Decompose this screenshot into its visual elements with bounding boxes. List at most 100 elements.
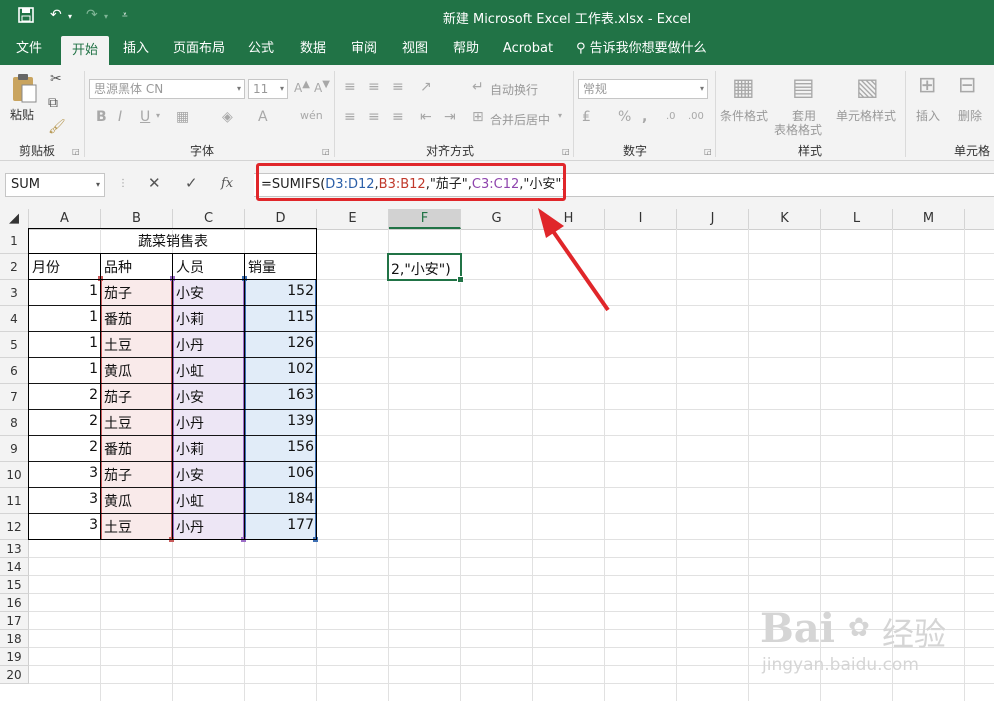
col-header-a[interactable]: A (29, 209, 101, 229)
cell-variety[interactable]: 黄瓜 (104, 361, 132, 381)
align-center-icon[interactable]: ≡ (368, 109, 380, 125)
align-bottom-icon[interactable]: ≡ (392, 79, 404, 95)
row-header-4[interactable]: 4 (0, 306, 29, 332)
font-launcher-icon[interactable]: ◲ (322, 147, 330, 156)
cell-person[interactable]: 小安 (176, 387, 204, 407)
cell-variety[interactable]: 土豆 (104, 413, 132, 433)
cell-month[interactable]: 2 (29, 387, 98, 403)
cell-person[interactable]: 小安 (176, 465, 204, 485)
cell-variety[interactable]: 茄子 (104, 283, 132, 303)
tab-insert[interactable]: 插入 (115, 33, 157, 65)
underline-dropdown-icon[interactable]: ▾ (156, 111, 160, 120)
insert-cells-button[interactable]: 插入 (916, 107, 940, 124)
row-header-9[interactable]: 9 (0, 436, 29, 462)
tab-file[interactable]: 文件 (8, 33, 50, 65)
number-launcher-icon[interactable]: ◲ (704, 147, 712, 156)
cell-sales[interactable]: 102 (245, 361, 314, 377)
fill-color-icon[interactable]: ◈ (222, 109, 233, 125)
cell-variety[interactable]: 土豆 (104, 517, 132, 537)
header-month[interactable]: 月份 (32, 257, 60, 277)
row-header-13[interactable]: 13 (0, 540, 29, 558)
cell-variety[interactable]: 土豆 (104, 335, 132, 355)
cell-person[interactable]: 小莉 (176, 439, 204, 459)
font-color-icon[interactable]: A (258, 109, 268, 125)
row-header-1[interactable]: 1 (0, 229, 29, 254)
cell-person[interactable]: 小虹 (176, 361, 204, 381)
enter-icon[interactable]: ✓ (185, 174, 198, 192)
col-header-f[interactable]: F (389, 209, 461, 229)
col-header-b[interactable]: B (101, 209, 173, 229)
row-header-12[interactable]: 12 (0, 514, 29, 540)
tell-me-search[interactable]: ⚲ 告诉我你想要做什么 (576, 33, 716, 65)
col-header-j[interactable]: J (677, 209, 749, 229)
align-right-icon[interactable]: ≡ (392, 109, 404, 125)
cell-person[interactable]: 小丹 (176, 517, 204, 537)
cancel-icon[interactable]: ✕ (148, 174, 161, 192)
align-left-icon[interactable]: ≡ (344, 109, 356, 125)
cell-sales[interactable]: 115 (245, 309, 314, 325)
row-header-5[interactable]: 5 (0, 332, 29, 358)
paste-button[interactable]: 粘贴 (10, 73, 38, 123)
tab-home[interactable]: 开始 (61, 36, 109, 65)
cell-month[interactable]: 3 (29, 491, 98, 507)
cell-person[interactable]: 小丹 (176, 413, 204, 433)
cell-person[interactable]: 小莉 (176, 309, 204, 329)
header-sales[interactable]: 销量 (248, 257, 276, 277)
row-header-17[interactable]: 17 (0, 612, 29, 630)
col-header-c[interactable]: C (173, 209, 245, 229)
cell-sales[interactable]: 184 (245, 491, 314, 507)
phonetic-icon[interactable]: wén (300, 109, 323, 122)
cell-month[interactable]: 1 (29, 335, 98, 351)
cell-sales[interactable]: 126 (245, 335, 314, 351)
cell-variety[interactable]: 番茄 (104, 309, 132, 329)
cell-sales[interactable]: 139 (245, 413, 314, 429)
align-top-icon[interactable]: ≡ (344, 79, 356, 95)
fill-handle[interactable] (457, 276, 464, 283)
comma-style-icon[interactable]: , (642, 109, 647, 125)
row-header-15[interactable]: 15 (0, 576, 29, 594)
wrap-text-icon[interactable]: ↵ (472, 79, 484, 95)
italic-icon[interactable]: I (118, 109, 122, 125)
cell-person[interactable]: 小丹 (176, 335, 204, 355)
tab-help[interactable]: 帮助 (445, 33, 487, 65)
decrease-decimal-icon[interactable]: .00 (688, 111, 704, 122)
alignment-launcher-icon[interactable]: ◲ (562, 147, 570, 156)
decrease-indent-icon[interactable]: ⇤ (420, 109, 432, 125)
select-all-corner[interactable]: ◢ (0, 209, 29, 229)
name-box[interactable]: SUM ▾ (5, 173, 105, 197)
cell-month[interactable]: 2 (29, 439, 98, 455)
font-name-combo[interactable]: 思源黑体 CN ▾ (89, 79, 245, 99)
cell-person[interactable]: 小安 (176, 283, 204, 303)
row-header-14[interactable]: 14 (0, 558, 29, 576)
cell-sales[interactable]: 152 (245, 283, 314, 299)
row-header-20[interactable]: 20 (0, 666, 29, 684)
col-header-k[interactable]: K (749, 209, 821, 229)
merge-dropdown-icon[interactable]: ▾ (558, 111, 562, 120)
col-header-m[interactable]: M (893, 209, 965, 229)
clipboard-launcher-icon[interactable]: ◲ (72, 147, 80, 156)
cell-sales[interactable]: 156 (245, 439, 314, 455)
row-header-6[interactable]: 6 (0, 358, 29, 384)
row-header-3[interactable]: 3 (0, 280, 29, 306)
cell-styles-button[interactable]: 单元格样式 (836, 107, 896, 124)
table-title[interactable]: 蔬菜销售表 (29, 231, 317, 251)
cell-variety[interactable]: 茄子 (104, 465, 132, 485)
merge-icon[interactable]: ⊞ (472, 109, 484, 125)
format-painter-icon[interactable]: 🖌 (48, 119, 66, 135)
row-header-10[interactable]: 10 (0, 462, 29, 488)
col-header-e[interactable]: E (317, 209, 389, 229)
grow-font-icon[interactable]: A▲ (294, 79, 310, 95)
cell-sales[interactable]: 106 (245, 465, 314, 481)
increase-indent-icon[interactable]: ⇥ (444, 109, 456, 125)
col-header-l[interactable]: L (821, 209, 893, 229)
cell-month[interactable]: 1 (29, 283, 98, 299)
number-format-combo[interactable]: 常规 ▾ (578, 79, 708, 99)
row-header-18[interactable]: 18 (0, 630, 29, 648)
cell-month[interactable]: 3 (29, 465, 98, 481)
row-header-8[interactable]: 8 (0, 410, 29, 436)
cell-month[interactable]: 1 (29, 309, 98, 325)
accounting-format-icon[interactable]: ₤ (582, 109, 591, 125)
copy-icon[interactable]: ⧉ (48, 95, 58, 111)
row-header-11[interactable]: 11 (0, 488, 29, 514)
cell-month[interactable]: 3 (29, 517, 98, 533)
